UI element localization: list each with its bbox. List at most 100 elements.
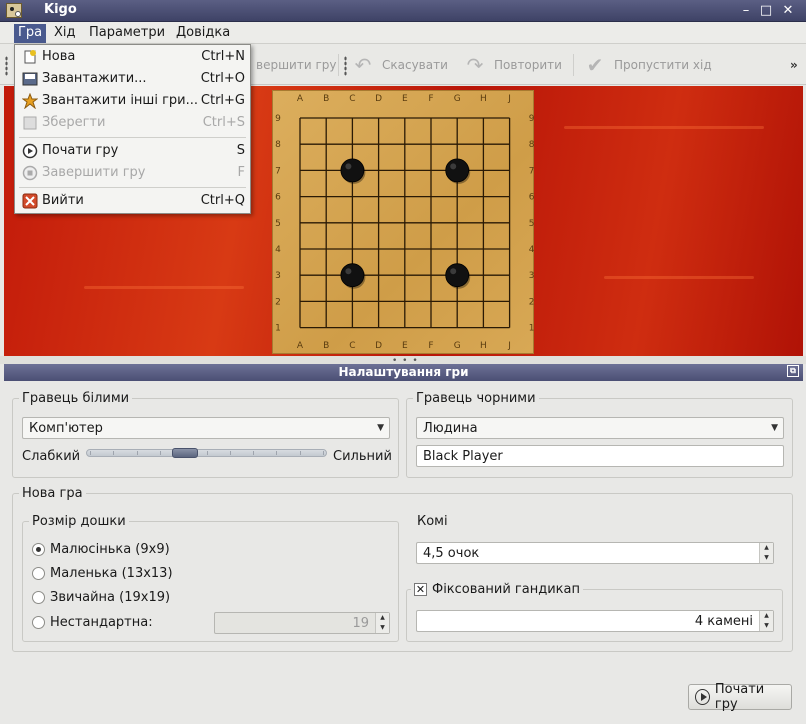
- menu-item-quit[interactable]: Вийти Ctrl+Q: [15, 190, 250, 212]
- board-row-label: 5: [529, 219, 535, 229]
- white-player-type-value: Комп'ютер: [29, 421, 103, 436]
- menu-item-download[interactable]: Звантажити інші гри... Ctrl+G: [15, 90, 250, 112]
- save-icon: [23, 116, 37, 130]
- white-player-label: Гравець білими: [19, 391, 133, 406]
- board-size-normal-radio[interactable]: [32, 591, 45, 604]
- chevron-down-icon: ▼: [771, 423, 778, 433]
- window-title: Kigo: [44, 2, 77, 17]
- toolbar-overflow-button[interactable]: »: [790, 54, 798, 76]
- board-row-label: 7: [275, 166, 281, 176]
- handicap-checkbox[interactable]: ✕: [414, 583, 427, 596]
- menu-item-new[interactable]: Нова Ctrl+N: [15, 46, 250, 68]
- spin-buttons[interactable]: ▲ ▼: [759, 543, 773, 563]
- finish-game-label: вершити гру: [256, 58, 337, 72]
- komi-label: Комі: [417, 514, 448, 529]
- board-size-tiny-label[interactable]: Малюсінька (9x9): [50, 542, 170, 557]
- menu-item-start[interactable]: Почати гру S: [15, 140, 250, 162]
- toolbar-grip[interactable]: [5, 56, 8, 76]
- handicap-label[interactable]: Фіксований гандикап: [432, 582, 580, 597]
- go-stone-black: [445, 158, 470, 183]
- play-icon: [695, 689, 710, 705]
- board-column-label: A: [297, 341, 304, 351]
- stone-highlight: [345, 163, 352, 170]
- board-row-label: 1: [275, 324, 281, 334]
- board-row-label: 5: [275, 219, 281, 229]
- slider-tick: [276, 451, 278, 455]
- menu-item-quit-shortcut: Ctrl+Q: [200, 193, 245, 208]
- board-size-custom-label[interactable]: Нестандартна:: [50, 615, 153, 630]
- menu-item-download-shortcut: Ctrl+G: [200, 93, 245, 108]
- go-stone-black: [340, 158, 365, 183]
- splitter-handle[interactable]: • • •: [0, 356, 806, 366]
- board-row-label: 8: [275, 140, 281, 150]
- menu-separator: [19, 187, 246, 188]
- board-column-label: D: [375, 341, 382, 351]
- game-menu-dropdown: Нова Ctrl+N Завантажити... Ctrl+O Званта…: [14, 44, 251, 214]
- board-size-custom-radio[interactable]: [32, 616, 45, 629]
- board-row-label: 3: [529, 271, 535, 281]
- menu-item-download-label: Звантажити інші гри...: [42, 93, 198, 108]
- komi-spinbox[interactable]: 4,5 очок ▲ ▼: [416, 542, 774, 564]
- pass-move-label: Пропустити хід: [614, 58, 712, 72]
- board-row-label: 6: [275, 193, 281, 203]
- board-size-small-radio[interactable]: [32, 567, 45, 580]
- board-column-label: H: [480, 341, 487, 351]
- board-column-label: E: [402, 341, 408, 351]
- menu-item-finish[interactable]: Завершити гру F: [15, 162, 250, 184]
- new-doc-icon: [24, 50, 36, 64]
- board-row-label: 8: [529, 140, 535, 150]
- board-grid: A A B B C C D D E E F F G G H H J J 9 9 8 8 7 7 6 6 5 5 4 4 3 3 2 2 1 1: [275, 94, 535, 351]
- board-size-custom-value: 19: [352, 616, 369, 631]
- spin-buttons[interactable]: ▲ ▼: [375, 613, 389, 633]
- minimize-button[interactable]: –: [738, 3, 754, 19]
- menu-help[interactable]: Довідка: [172, 24, 234, 43]
- toolbar-grip-2[interactable]: [344, 56, 347, 76]
- dock-title-label: Налаштування гри: [338, 365, 469, 379]
- board-column-label: A: [297, 94, 304, 104]
- board-column-label: C: [349, 341, 355, 351]
- board-column-label: B: [323, 94, 329, 104]
- go-stone-black: [340, 263, 365, 288]
- finish-game-button[interactable]: вершити гру: [256, 54, 336, 76]
- dock-float-icon[interactable]: ⧉: [787, 365, 799, 377]
- board-row-label: 4: [529, 245, 535, 255]
- menu-item-load-shortcut: Ctrl+O: [200, 71, 245, 86]
- pass-move-button[interactable]: ✔ Пропустити хід: [584, 53, 712, 77]
- close-button[interactable]: ✕: [780, 3, 796, 19]
- menu-bar: Гра Хід Параметри Довідка: [0, 22, 806, 44]
- menu-move[interactable]: Хід: [50, 24, 80, 43]
- black-player-type-select[interactable]: Людина ▼: [416, 417, 784, 439]
- redo-icon: ↷: [466, 53, 484, 77]
- board-column-label: G: [454, 341, 461, 351]
- board-size-custom-spinbox[interactable]: 19 ▲ ▼: [214, 612, 390, 634]
- board-size-normal-label[interactable]: Звичайна (19x19): [50, 590, 170, 605]
- redo-button[interactable]: ↷ Повторити: [464, 53, 562, 77]
- go-board[interactable]: A A B B C C D D E E F F G G H H J J 9 9 8 8 7 7 6 6 5 5 4 4 3 3 2 2 1 1: [272, 90, 535, 354]
- black-player-name-input[interactable]: Black Player: [416, 445, 784, 467]
- menu-item-load[interactable]: Завантажити... Ctrl+O: [15, 68, 250, 90]
- white-player-type-select[interactable]: Комп'ютер ▼: [22, 417, 390, 439]
- menu-item-load-label: Завантажити...: [42, 71, 147, 86]
- board-size-small-label[interactable]: Маленька (13x13): [50, 566, 173, 581]
- board-row-label: 7: [529, 166, 535, 176]
- menu-item-quit-label: Вийти: [42, 193, 84, 208]
- strength-slider-handle[interactable]: [172, 448, 198, 458]
- maximize-button[interactable]: □: [758, 3, 774, 19]
- board-size-tiny-radio[interactable]: [32, 543, 45, 556]
- spin-buttons[interactable]: ▲ ▼: [759, 611, 773, 631]
- strength-strong-label: Сильний: [333, 449, 392, 464]
- undo-button[interactable]: ↶ Скасувати: [352, 53, 448, 77]
- stop-icon: [22, 165, 38, 181]
- board-row-label: 2: [275, 297, 281, 307]
- new-game-label: Нова гра: [19, 486, 86, 501]
- menu-game[interactable]: Гра: [14, 24, 47, 43]
- start-game-button[interactable]: Почати гру: [688, 682, 792, 712]
- slider-tick: [229, 451, 231, 455]
- dock-title: Налаштування гри ⧉: [4, 364, 803, 381]
- menu-settings[interactable]: Параметри: [85, 24, 169, 43]
- handicap-spinbox[interactable]: 4 камені ▲ ▼: [416, 610, 774, 632]
- menu-separator: [19, 137, 246, 138]
- redo-label: Повторити: [494, 58, 562, 72]
- board-column-label: H: [480, 94, 487, 104]
- menu-item-save[interactable]: Зберегти Ctrl+S: [15, 112, 250, 134]
